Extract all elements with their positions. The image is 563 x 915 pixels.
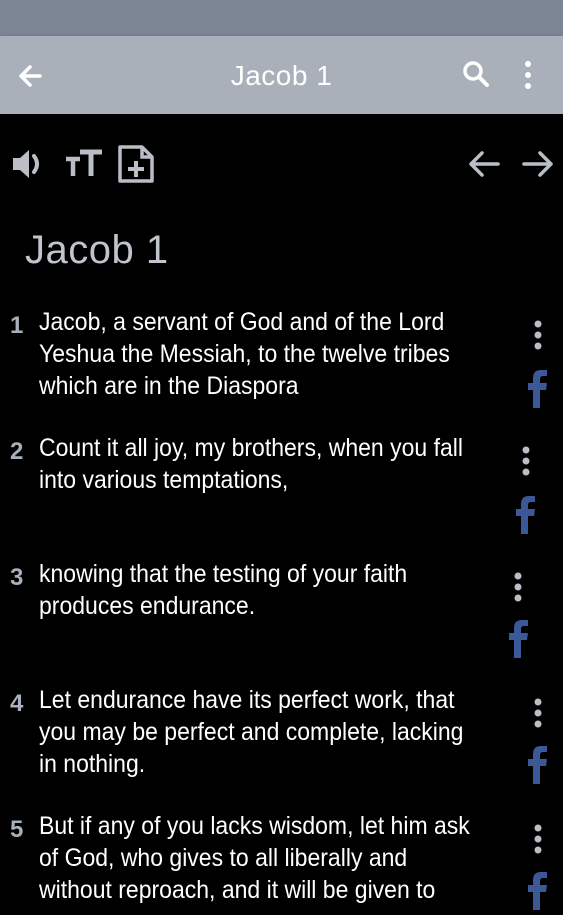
facebook-share-button[interactable]	[514, 496, 536, 534]
verse-number: 1	[10, 312, 24, 339]
prev-chapter-icon	[469, 151, 500, 177]
facebook-icon	[528, 746, 547, 784]
add-note-button[interactable]	[116, 144, 156, 184]
more-vert-icon	[514, 572, 522, 602]
verse-number: 4	[10, 690, 24, 717]
facebook-share-button[interactable]	[526, 370, 548, 408]
chapter-heading: Jacob 1	[25, 228, 169, 272]
verse-text[interactable]: Jacob, a servant of God and of the Lord …	[39, 306, 481, 402]
facebook-icon	[528, 872, 547, 910]
more-vert-icon	[525, 61, 531, 89]
text-size-icon	[66, 149, 102, 176]
verse-number: 3	[10, 564, 24, 591]
facebook-icon	[528, 370, 547, 408]
next-chapter-button[interactable]	[520, 144, 556, 184]
verse-menu-button[interactable]	[512, 570, 524, 604]
verse-menu-button[interactable]	[532, 696, 544, 730]
previous-chapter-button[interactable]	[466, 144, 502, 184]
status-bar	[0, 0, 563, 36]
verse-number: 5	[10, 816, 24, 843]
reader-toolbar	[0, 140, 563, 190]
verse-menu-button[interactable]	[532, 822, 544, 856]
verse-menu-button[interactable]	[532, 318, 544, 352]
verse-menu-button[interactable]	[520, 444, 532, 478]
verse-text[interactable]: Let endurance have its perfect work, tha…	[39, 684, 481, 780]
search-button[interactable]	[460, 58, 492, 90]
facebook-icon	[516, 496, 535, 534]
facebook-share-button[interactable]	[507, 620, 529, 658]
add-note-icon	[118, 145, 154, 183]
next-chapter-icon	[522, 151, 553, 177]
more-vert-icon	[534, 698, 542, 728]
verse-text[interactable]: knowing that the testing of your faith p…	[39, 558, 481, 622]
search-icon	[463, 61, 489, 87]
more-vert-icon	[522, 446, 530, 476]
more-vert-icon	[534, 824, 542, 854]
audio-button[interactable]	[10, 144, 50, 184]
facebook-share-button[interactable]	[526, 746, 548, 784]
more-vert-icon	[534, 320, 542, 350]
overflow-menu-button[interactable]	[518, 58, 538, 92]
verse-number: 2	[10, 438, 24, 465]
speaker-icon	[13, 150, 39, 178]
facebook-icon	[509, 620, 528, 658]
text-size-button[interactable]	[64, 144, 104, 184]
facebook-share-button[interactable]	[526, 872, 548, 910]
verse-text[interactable]: Count it all joy, my brothers, when you …	[39, 432, 481, 496]
verse-text[interactable]: But if any of you lacks wisdom, let him …	[39, 810, 481, 906]
app-bar: Jacob 1	[0, 36, 563, 114]
